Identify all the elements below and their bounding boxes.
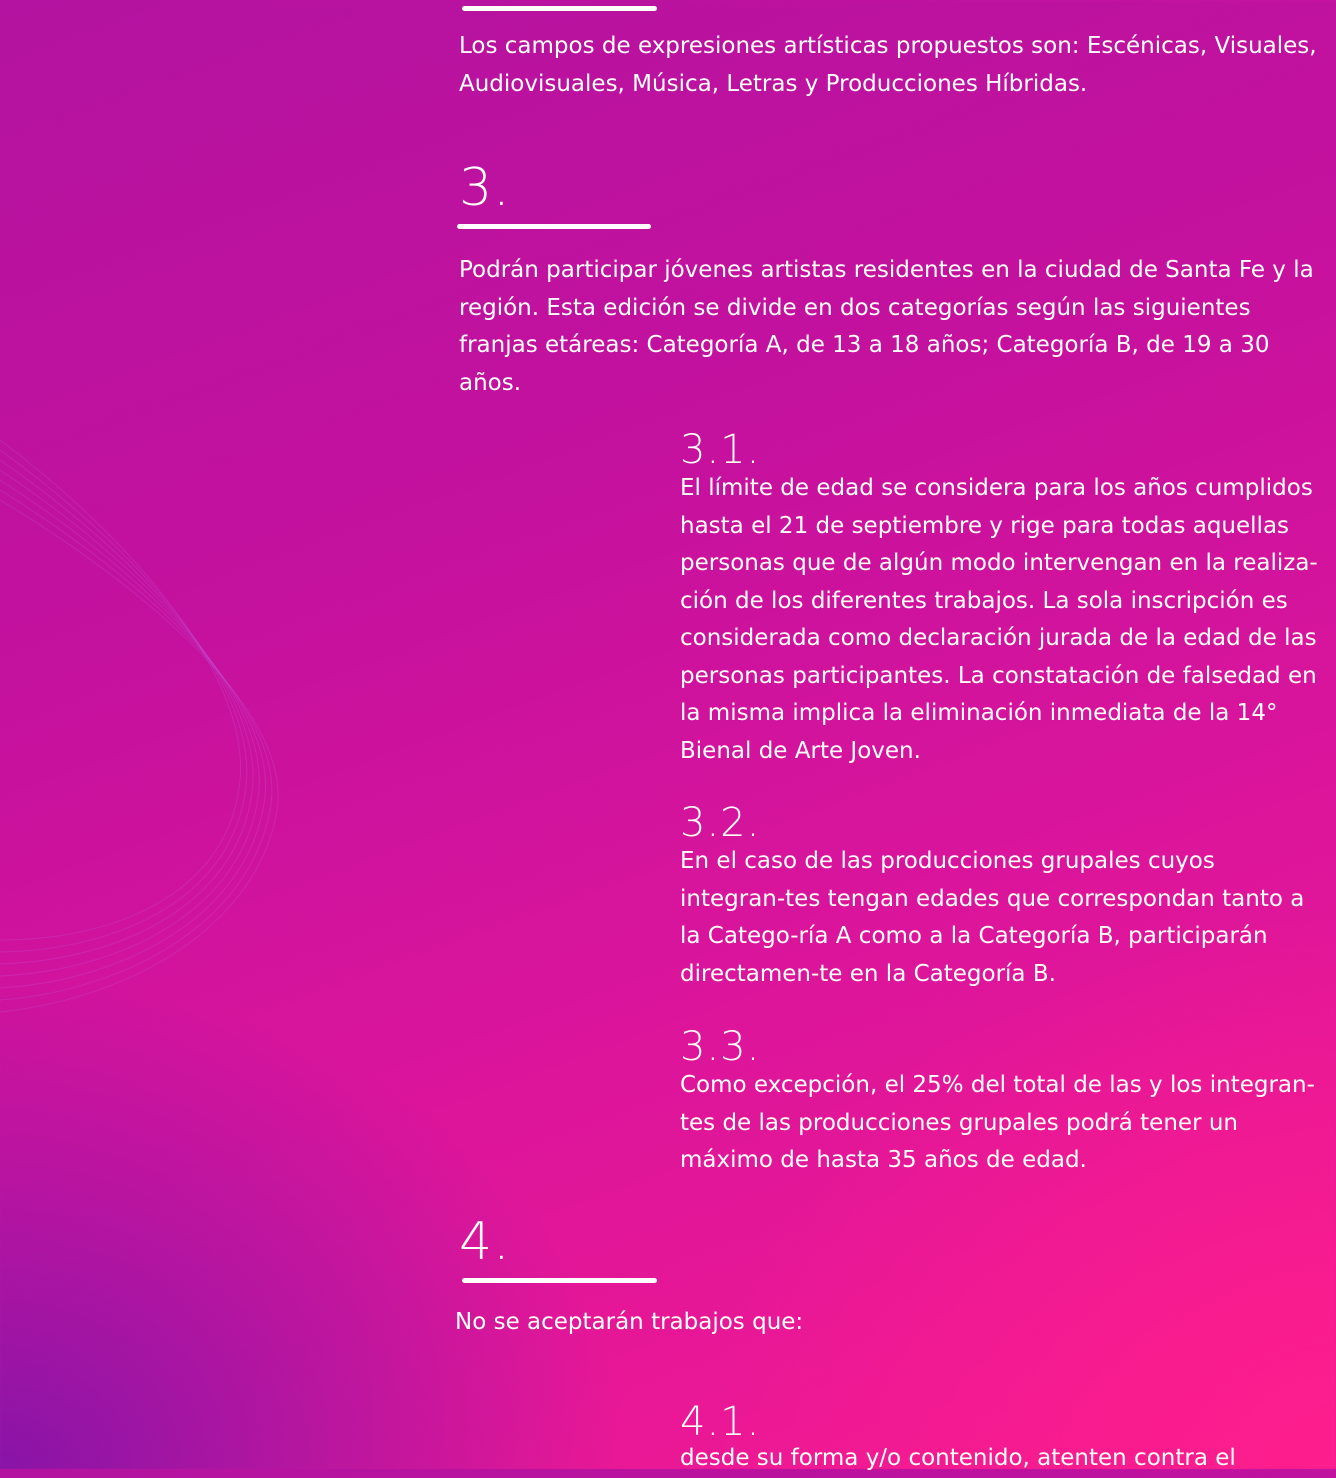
section-4-number: 4. (459, 1212, 511, 1272)
section-2-divider (462, 6, 657, 11)
item-4-1-number: 4.1. (680, 1399, 761, 1445)
item-3-2-paragraph: En el caso de las producciones grupales … (680, 848, 1305, 987)
section-4-paragraph: No se aceptarán trabajos que: (455, 1309, 804, 1335)
item-3-1-number: 3.1. (680, 427, 761, 473)
section-3-paragraph: Podrán participar jóvenes artistas resid… (459, 257, 1314, 396)
item-3-3-paragraph: Como excepción, el 25% del total de las … (680, 1072, 1315, 1173)
section-4-divider (462, 1278, 657, 1283)
item-3-1-paragraph: El límite de edad se considera para los … (680, 475, 1318, 764)
item-3-3-number: 3.3. (680, 1024, 761, 1070)
item-3-2-number: 3.2. (680, 800, 761, 846)
section-3-number: 3. (459, 158, 511, 218)
decorative-wave-lines (0, 439, 279, 1013)
intro-paragraph: Los campos de expresiones artísticas pro… (459, 33, 1317, 97)
item-4-1-paragraph: desde su forma y/o contenido, atenten co… (680, 1445, 1236, 1471)
section-3-divider (457, 224, 651, 229)
